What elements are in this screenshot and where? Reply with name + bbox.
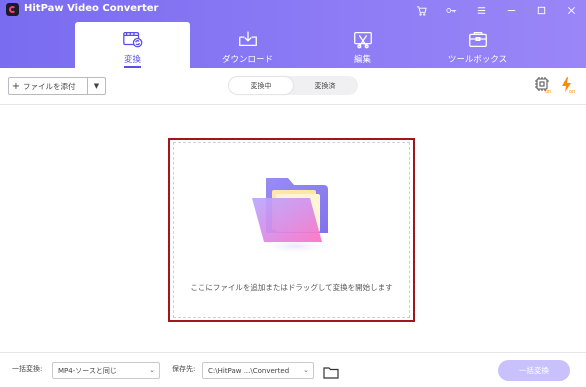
output-format-select[interactable]: MP4-ソースと同じ ⌄ xyxy=(52,362,160,379)
convert-all-button[interactable]: 一括変換 xyxy=(498,360,570,381)
output-format-value: MP4-ソースと同じ xyxy=(58,366,117,375)
svg-text:on: on xyxy=(545,89,551,94)
open-folder-icon[interactable] xyxy=(323,364,339,379)
main-tabs: 変換 ダウンロード 編集 ツールボックス xyxy=(75,22,535,68)
toolbox-icon xyxy=(468,31,487,47)
chevron-down-icon: ⌄ xyxy=(149,366,155,374)
tab-label: 変換 xyxy=(123,53,141,68)
folder-icon xyxy=(244,170,340,256)
save-to-label: 保存先: xyxy=(172,365,196,373)
status-segmented-control: 変換中 変換済 xyxy=(228,76,358,95)
convert-icon xyxy=(122,31,142,48)
menu-icon[interactable] xyxy=(466,0,496,20)
tab-label: ツールボックス xyxy=(447,55,508,65)
close-icon[interactable] xyxy=(556,0,586,20)
segment-converting[interactable]: 変換中 xyxy=(229,77,293,94)
save-path-select[interactable]: C:\HitPaw ...\Converted ⌄ xyxy=(202,362,314,379)
app-title: HitPaw Video Converter xyxy=(24,3,159,14)
tab-download[interactable]: ダウンロード xyxy=(190,22,305,68)
edit-icon xyxy=(353,31,372,49)
add-files-button[interactable]: + ファイルを添付 ▼ xyxy=(8,77,106,95)
tab-label: ダウンロード xyxy=(221,55,273,65)
plus-icon: + xyxy=(11,80,21,92)
key-icon[interactable] xyxy=(436,0,466,20)
convert-all-to-label: 一括変換: xyxy=(12,365,43,373)
maximize-icon[interactable] xyxy=(526,0,556,20)
window-controls xyxy=(406,0,586,20)
drop-instruction: ここにファイルを追加またはドラッグして変換を開始します xyxy=(190,283,393,292)
cart-icon[interactable] xyxy=(406,0,436,20)
title-bar: HitPaw Video Converter 変換 ダウンロード 編集 ツールボ… xyxy=(0,0,586,68)
download-icon xyxy=(238,31,257,47)
lightning-icon[interactable]: on xyxy=(560,76,578,95)
bottom-bar: 一括変換: MP4-ソースと同じ ⌄ 保存先: C:\HitPaw ...\Co… xyxy=(0,353,586,387)
app-logo-icon xyxy=(6,3,19,16)
add-files-label: ファイルを添付 xyxy=(23,81,76,91)
toolbar-divider xyxy=(0,104,586,105)
minimize-icon[interactable] xyxy=(496,0,526,20)
toolbar: + ファイルを添付 ▼ 変換中 変換済 on on xyxy=(0,68,586,104)
hardware-acceleration-icon[interactable]: on xyxy=(534,76,552,95)
chevron-down-icon: ⌄ xyxy=(303,366,309,374)
tab-convert[interactable]: 変換 xyxy=(75,22,190,68)
tab-label: 編集 xyxy=(353,55,371,65)
svg-text:on: on xyxy=(569,89,575,94)
save-path-value: C:\HitPaw ...\Converted xyxy=(208,366,290,375)
tab-toolbox[interactable]: ツールボックス xyxy=(420,22,535,68)
tab-edit[interactable]: 編集 xyxy=(305,22,420,68)
chevron-down-icon[interactable]: ▼ xyxy=(87,78,105,94)
segment-converted[interactable]: 変換済 xyxy=(293,77,357,94)
